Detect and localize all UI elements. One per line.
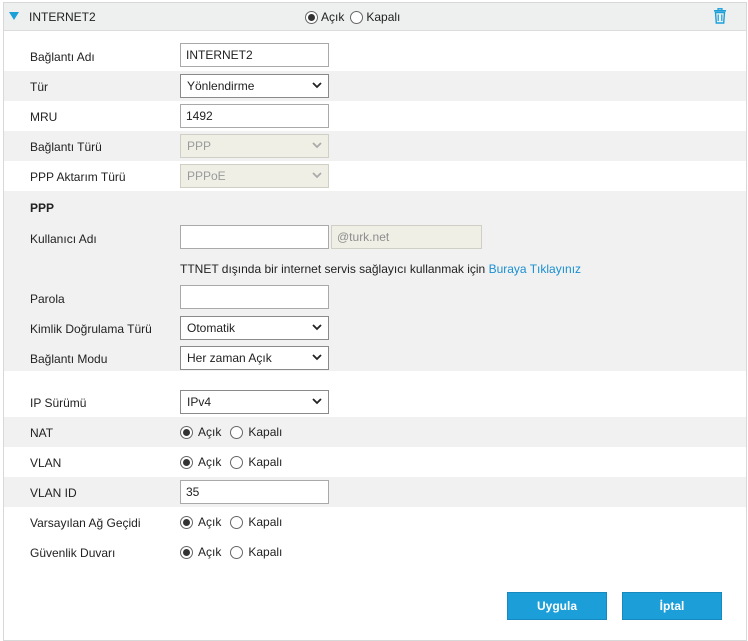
auth-type-select[interactable]: Otomatik	[180, 316, 329, 340]
vlan-on-label: Açık	[198, 455, 222, 469]
default-gateway-on-radio[interactable]	[180, 515, 193, 529]
row-default-gateway: Varsayılan Ağ Geçidi Açık Kapalı	[4, 507, 746, 537]
row-firewall: Güvenlik Duvarı Açık Kapalı	[4, 537, 746, 567]
nat-label: NAT	[30, 426, 54, 440]
chevron-down-icon	[312, 142, 322, 149]
ip-version-label: IP Sürümü	[30, 396, 87, 410]
row-ppp-transport: PPP Aktarım Türü PPPoE	[4, 161, 746, 191]
connection-on-label: Açık	[321, 10, 345, 24]
vlan-id-input[interactable]	[180, 480, 329, 504]
firewall-on-radio[interactable]	[180, 545, 193, 559]
isp-note-text: TTNET dışında bir internet servis sağlay…	[180, 262, 489, 276]
mru-input[interactable]	[180, 104, 329, 128]
row-type: Tür Yönlendirme	[4, 71, 746, 101]
click-here-link[interactable]: Buraya Tıklayınız	[489, 262, 581, 276]
row-vlan-id: VLAN ID	[4, 477, 746, 507]
nat-off-label: Kapalı	[248, 425, 283, 439]
default-gateway-off-label: Kapalı	[248, 515, 283, 529]
default-gateway-radio-group: Açık Kapalı	[180, 515, 291, 529]
nat-on-radio[interactable]	[180, 425, 193, 439]
connection-type-label: Bağlantı Türü	[30, 140, 102, 154]
type-select[interactable]: Yönlendirme	[180, 74, 329, 98]
vlan-on-radio[interactable]	[180, 455, 193, 469]
chevron-down-icon	[312, 398, 322, 405]
chevron-down-icon	[312, 82, 322, 89]
cancel-button[interactable]: İptal	[622, 592, 722, 620]
panel-header: INTERNET2 Açık Kapalı	[4, 3, 746, 31]
ppp-section: PPP Kullanıcı Adı TTNET dışında bir inte…	[4, 191, 746, 371]
type-label: Tür	[30, 80, 48, 94]
password-label: Parola	[30, 292, 65, 306]
connection-type-select: PPP	[180, 134, 329, 158]
firewall-off-radio[interactable]	[230, 545, 244, 559]
connection-mode-select-value: Her zaman Açık	[187, 351, 272, 365]
apply-button[interactable]: Uygula	[507, 592, 607, 620]
collapse-triangle-icon[interactable]	[9, 12, 19, 20]
row-nat: NAT Açık Kapalı	[4, 417, 746, 447]
auth-type-label: Kimlik Doğrulama Türü	[30, 322, 152, 336]
connection-state-radio-group: Açık Kapalı	[305, 10, 406, 24]
row-connection-name: Bağlantı Adı	[4, 41, 746, 71]
row-mru: MRU	[4, 101, 746, 131]
default-gateway-label: Varsayılan Ağ Geçidi	[30, 516, 141, 530]
vlan-id-label: VLAN ID	[30, 486, 77, 500]
nat-on-label: Açık	[198, 425, 222, 439]
row-connection-type: Bağlantı Türü PPP	[4, 131, 746, 161]
nat-radio-group: Açık Kapalı	[180, 425, 291, 439]
row-vlan: VLAN Açık Kapalı	[4, 447, 746, 477]
vlan-radio-group: Açık Kapalı	[180, 455, 291, 469]
connection-off-radio[interactable]	[350, 10, 364, 24]
connection-type-select-value: PPP	[187, 139, 212, 153]
connection-mode-select[interactable]: Her zaman Açık	[180, 346, 329, 370]
connection-title: INTERNET2	[29, 10, 96, 24]
ppp-transport-select: PPPoE	[180, 164, 329, 188]
chevron-down-icon	[312, 354, 322, 361]
username-label: Kullanıcı Adı	[30, 232, 97, 246]
firewall-radio-group: Açık Kapalı	[180, 545, 291, 559]
ppp-transport-label: PPP Aktarım Türü	[30, 170, 126, 184]
firewall-label: Güvenlik Duvarı	[30, 546, 116, 560]
username-suffix-field	[331, 225, 482, 249]
row-ip-version: IP Sürümü IPv4	[4, 387, 746, 417]
chevron-down-icon	[312, 324, 322, 331]
mru-label: MRU	[30, 110, 58, 124]
auth-type-select-value: Otomatik	[187, 321, 236, 335]
firewall-off-label: Kapalı	[248, 545, 283, 559]
default-gateway-on-label: Açık	[198, 515, 222, 529]
connection-on-radio[interactable]	[305, 10, 318, 24]
ip-version-select[interactable]: IPv4	[180, 390, 329, 414]
default-gateway-off-radio[interactable]	[230, 515, 244, 529]
connection-name-label: Bağlantı Adı	[30, 50, 95, 64]
isp-note: TTNET dışında bir internet servis sağlay…	[180, 262, 581, 276]
chevron-down-icon	[312, 172, 322, 179]
ip-version-select-value: IPv4	[187, 395, 212, 409]
username-input[interactable]	[180, 225, 329, 249]
connection-name-input[interactable]	[180, 43, 329, 67]
connection-mode-label: Bağlantı Modu	[30, 352, 108, 366]
type-select-value: Yönlendirme	[187, 79, 255, 93]
ppp-section-title: PPP	[30, 201, 55, 215]
nat-off-radio[interactable]	[230, 425, 244, 439]
trash-icon[interactable]	[713, 7, 727, 27]
firewall-on-label: Açık	[198, 545, 222, 559]
ppp-transport-select-value: PPPoE	[187, 169, 226, 183]
vlan-label: VLAN	[30, 456, 62, 470]
connection-off-label: Kapalı	[366, 10, 401, 24]
connection-panel: INTERNET2 Açık Kapalı Bağlantı Adı Tür Y…	[3, 2, 747, 641]
vlan-off-label: Kapalı	[248, 455, 283, 469]
vlan-off-radio[interactable]	[230, 455, 244, 469]
password-input[interactable]	[180, 285, 329, 309]
